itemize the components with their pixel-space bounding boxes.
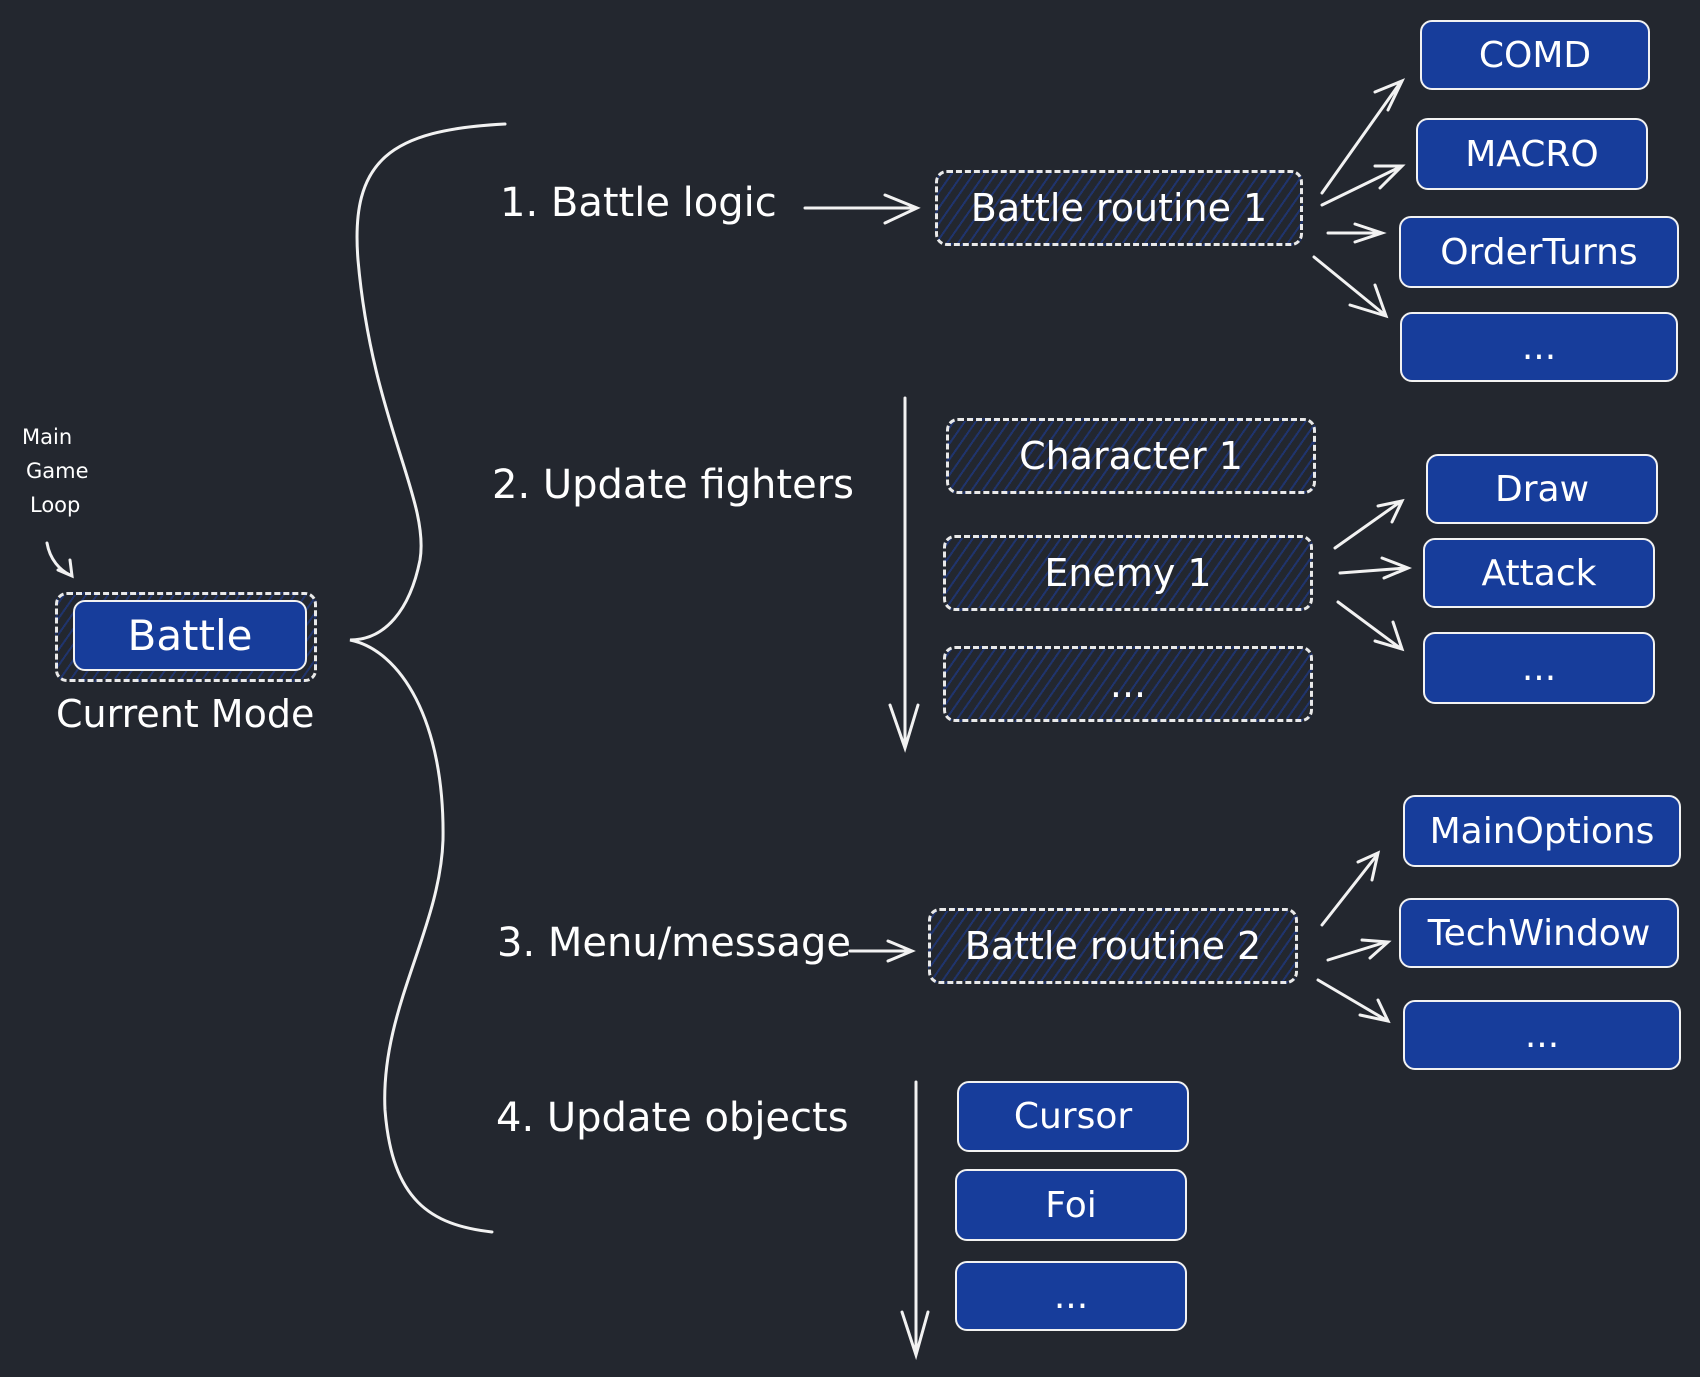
techwindow-box[interactable]: TechWindow [1399, 898, 1679, 968]
arrow-fighters-order [888, 396, 920, 753]
arrow-enemy-more [1336, 600, 1405, 652]
enemy-1-box[interactable]: Enemy 1 [943, 535, 1313, 611]
curly-brace [349, 122, 507, 1234]
annotation-line: Loop [30, 493, 81, 517]
arrow-routine2-more [1316, 978, 1391, 1024]
arrow-routine1-orderturns [1326, 222, 1387, 244]
objects-more-box[interactable]: ... [955, 1261, 1187, 1331]
arrow-enemy-attack [1338, 556, 1413, 580]
arrow-step1-to-routine1 [803, 193, 921, 225]
comd-box[interactable]: COMD [1420, 20, 1650, 90]
arrow-step3-to-routine2 [848, 939, 916, 963]
battle-routine-1[interactable]: Battle routine 1 [935, 170, 1303, 246]
battle-routine-2[interactable]: Battle routine 2 [928, 908, 1298, 984]
arrow-routine1-macro [1320, 164, 1406, 207]
step-update-fighters: 2. Update fighters [492, 462, 854, 508]
fighters-more-box[interactable]: ... [943, 646, 1313, 722]
routine1-more-box[interactable]: ... [1400, 312, 1678, 382]
arrow-routine1-more [1312, 255, 1389, 319]
step-update-objects: 4. Update objects [496, 1095, 849, 1141]
current-mode-caption: Current Mode [56, 692, 315, 736]
step-menu-message: 3. Menu/message [497, 920, 851, 966]
draw-box[interactable]: Draw [1426, 454, 1658, 524]
arrow-enemy-draw [1333, 498, 1405, 550]
macro-box[interactable]: MACRO [1416, 118, 1648, 190]
battle-mode-box[interactable]: Battle [73, 600, 307, 671]
annotation-line: Game [26, 459, 89, 483]
orderturns-box[interactable]: OrderTurns [1399, 216, 1679, 288]
cursor-box[interactable]: Cursor [957, 1081, 1189, 1152]
arrow-objects-order [900, 1080, 930, 1361]
foi-box[interactable]: Foi [955, 1169, 1187, 1241]
character-1-box[interactable]: Character 1 [946, 418, 1316, 494]
arrow-routine2-mainoptions [1320, 850, 1381, 927]
mainoptions-box[interactable]: MainOptions [1403, 795, 1681, 867]
arrow-routine2-techwindow [1326, 938, 1392, 962]
step-battle-logic: 1. Battle logic [500, 180, 777, 226]
attack-box[interactable]: Attack [1423, 538, 1655, 608]
main-game-loop-annotation: Main Game Loop [22, 420, 89, 522]
loop-arrow [45, 541, 74, 579]
annotation-line: Main [22, 425, 73, 449]
enemy-more-box[interactable]: ... [1423, 632, 1655, 704]
routine2-more-box[interactable]: ... [1403, 1000, 1681, 1070]
